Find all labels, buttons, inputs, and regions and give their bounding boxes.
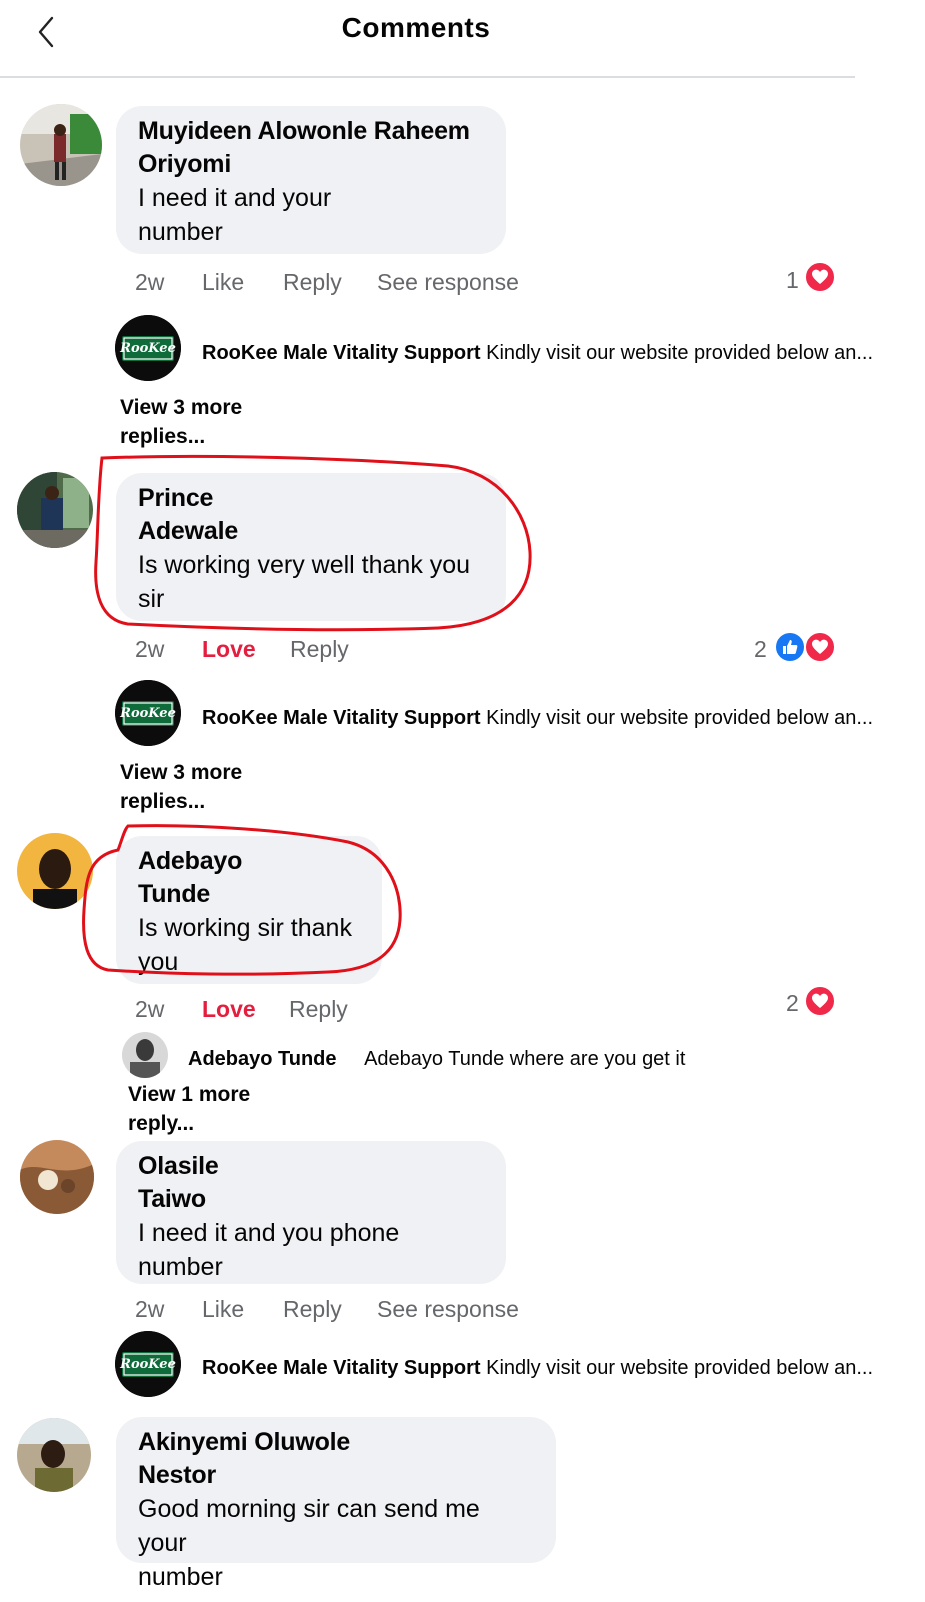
view-more-label: View 1 more bbox=[128, 1083, 251, 1106]
timestamp: 2w bbox=[135, 636, 165, 662]
reply-author[interactable]: RooKee Male Vitality Support bbox=[202, 707, 481, 729]
comment-text: I need it and you phone bbox=[138, 1219, 400, 1247]
timestamp: 2w bbox=[135, 996, 165, 1022]
comment-text: sir bbox=[138, 585, 165, 613]
reply-button[interactable]: Reply bbox=[283, 267, 342, 297]
comment-actions: 2w Love Reply bbox=[135, 634, 435, 664]
avatar[interactable] bbox=[17, 833, 93, 909]
comment-author[interactable]: Adewale bbox=[138, 515, 484, 548]
avatar[interactable] bbox=[20, 1140, 94, 1214]
comment-actions: 2w Like Reply See response bbox=[135, 267, 535, 297]
page-avatar[interactable]: RooKee bbox=[115, 315, 181, 381]
comment-text: number bbox=[138, 1253, 223, 1281]
comment-text: you bbox=[138, 948, 179, 976]
page-logo-text: RooKee bbox=[119, 706, 176, 721]
view-more-replies-button[interactable]: View 3 more replies... bbox=[120, 393, 270, 451]
comment-author[interactable]: Olasile bbox=[138, 1150, 484, 1183]
reply-preview[interactable]: Adebayo Tunde Adebayo Tunde where are yo… bbox=[188, 1046, 685, 1072]
comment-text: number bbox=[138, 218, 223, 246]
view-more-replies-button[interactable]: View 1 more reply... bbox=[128, 1080, 278, 1138]
reply-text: Kindly visit our website provided below … bbox=[486, 342, 874, 364]
comment-bubble[interactable]: Prince Adewale Is working very well than… bbox=[116, 473, 506, 621]
comment-author[interactable]: Adebayo bbox=[138, 845, 360, 878]
page-title: Comments bbox=[341, 12, 491, 43]
comment-author[interactable]: Nestor bbox=[138, 1459, 534, 1492]
see-response-button[interactable]: See response bbox=[377, 267, 519, 297]
comment-text: Good morning sir can send me your bbox=[138, 1495, 480, 1557]
comment-text: Is working very well thank you bbox=[138, 551, 471, 579]
reply-author[interactable]: RooKee Male Vitality Support bbox=[202, 1357, 481, 1379]
heart-reaction-icon[interactable] bbox=[804, 631, 836, 663]
reaction-count[interactable]: 2 bbox=[786, 988, 799, 1018]
avatar[interactable] bbox=[17, 472, 93, 548]
see-response-button[interactable]: See response bbox=[377, 1294, 519, 1324]
love-button[interactable]: Love bbox=[202, 994, 256, 1024]
like-reaction-icon[interactable] bbox=[774, 631, 806, 663]
view-more-label: View 3 more bbox=[120, 396, 243, 419]
reply-preview[interactable]: RooKee Male Vitality Support Kindly visi… bbox=[202, 705, 873, 731]
view-more-label: reply... bbox=[128, 1112, 195, 1135]
comment-bubble[interactable]: Muyideen Alowonle Raheem Oriyomi I need … bbox=[116, 106, 506, 254]
view-more-label: View 3 more bbox=[120, 761, 243, 784]
reaction-count[interactable]: 1 bbox=[786, 265, 799, 295]
heart-reaction-icon[interactable] bbox=[804, 985, 836, 1017]
page-logo-text: RooKee bbox=[119, 1357, 176, 1372]
comment-author[interactable]: Tunde bbox=[138, 878, 360, 911]
avatar[interactable] bbox=[17, 1418, 91, 1492]
reply-preview[interactable]: RooKee Male Vitality Support Kindly visi… bbox=[202, 340, 873, 366]
page-avatar[interactable]: RooKee bbox=[115, 1331, 181, 1397]
reaction-count[interactable]: 2 bbox=[754, 634, 767, 664]
view-more-label: replies... bbox=[120, 790, 206, 813]
like-button[interactable]: Like bbox=[202, 1294, 244, 1324]
comment-author[interactable]: Akinyemi Oluwole bbox=[138, 1426, 534, 1459]
comment-bubble[interactable]: Olasile Taiwo I need it and you phone nu… bbox=[116, 1141, 506, 1284]
reply-button[interactable]: Reply bbox=[289, 994, 348, 1024]
avatar[interactable] bbox=[20, 104, 102, 186]
timestamp: 2w bbox=[135, 1296, 165, 1322]
view-more-label: replies... bbox=[120, 425, 206, 448]
reply-author[interactable]: Adebayo Tunde bbox=[188, 1048, 337, 1070]
reply-author[interactable]: RooKee Male Vitality Support bbox=[202, 342, 481, 364]
comment-author[interactable]: Oriyomi bbox=[138, 148, 484, 181]
comment-bubble[interactable]: Akinyemi Oluwole Nestor Good morning sir… bbox=[116, 1417, 556, 1591]
comment-actions: 2w Love Reply bbox=[135, 994, 435, 1024]
reply-button[interactable]: Reply bbox=[290, 634, 349, 664]
header-bar: Comments bbox=[0, 0, 855, 78]
comment-author[interactable]: Muyideen Alowonle Raheem bbox=[138, 115, 484, 148]
comment-author[interactable]: Taiwo bbox=[138, 1183, 484, 1216]
timestamp: 2w bbox=[135, 269, 165, 295]
comment-actions: 2w Like Reply See response bbox=[135, 1294, 535, 1324]
comment-text: Is working sir thank bbox=[138, 914, 352, 942]
view-more-replies-button[interactable]: View 3 more replies... bbox=[120, 758, 270, 816]
page-avatar[interactable]: RooKee bbox=[115, 680, 181, 746]
page-logo-text: RooKee bbox=[119, 341, 176, 356]
reply-button[interactable]: Reply bbox=[283, 1294, 342, 1324]
reply-text: Kindly visit our website provided below … bbox=[486, 707, 874, 729]
love-button[interactable]: Love bbox=[202, 634, 256, 664]
heart-reaction-icon[interactable] bbox=[804, 261, 836, 293]
reply-text: Kindly visit our website provided below … bbox=[486, 1357, 874, 1379]
avatar[interactable] bbox=[122, 1032, 168, 1078]
comment-author[interactable]: Prince bbox=[138, 482, 484, 515]
comment-bubble[interactable]: Adebayo Tunde Is working sir thank you bbox=[116, 836, 382, 984]
comment-text: I need it and your bbox=[138, 184, 332, 212]
reply-preview[interactable]: RooKee Male Vitality Support Kindly visi… bbox=[202, 1355, 873, 1381]
reply-text: Adebayo Tunde where are you get it bbox=[364, 1048, 686, 1070]
like-button[interactable]: Like bbox=[202, 267, 244, 297]
comment-text: number bbox=[138, 1563, 223, 1591]
